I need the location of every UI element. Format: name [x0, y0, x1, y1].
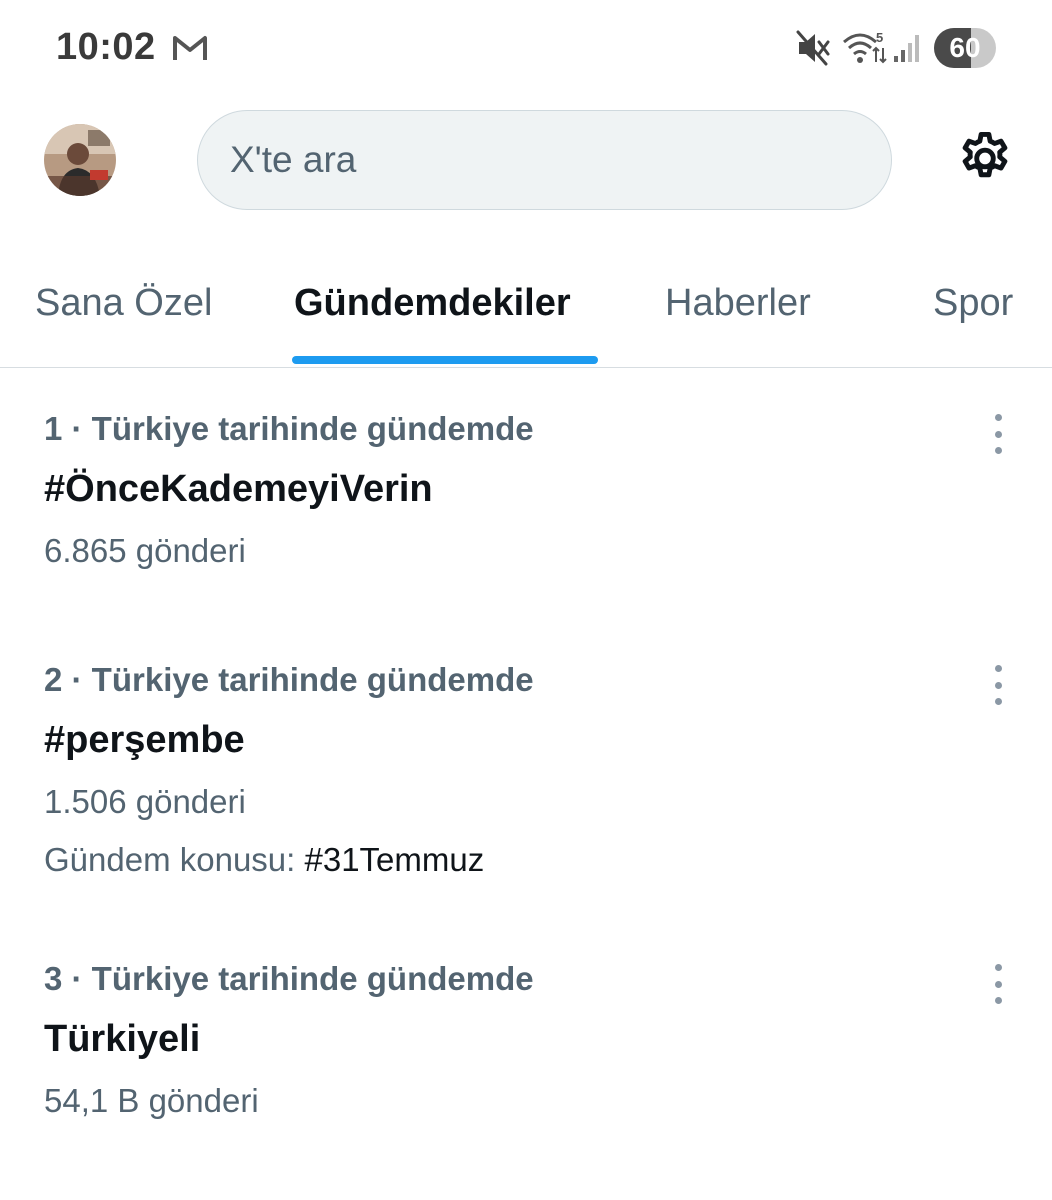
status-time: 10:02 — [56, 26, 156, 68]
more-options-icon[interactable] — [980, 663, 1016, 707]
signal-icon — [894, 35, 919, 62]
tab-haberler[interactable]: Haberler — [665, 282, 811, 325]
trend-topic-link[interactable]: #31Temmuz — [305, 841, 485, 878]
trend-item[interactable]: 2 · Türkiye tarihinde gündemde #perşembe… — [0, 661, 1052, 901]
search-input[interactable] — [230, 111, 850, 209]
trend-item[interactable]: 3 · Türkiye tarihinde gündemde Türkiyeli… — [0, 960, 1052, 1160]
mute-icon — [796, 30, 830, 66]
wifi-icon: 5 — [843, 30, 887, 64]
trend-topic: Gündem konusu: #31Temmuz — [44, 841, 484, 879]
trend-topic-label: Gündem konusu: — [44, 841, 305, 878]
trend-item[interactable]: 1 · Türkiye tarihinde gündemde #ÖnceKade… — [0, 410, 1052, 610]
gear-icon — [962, 132, 1008, 178]
trend-title: #ÖnceKademeyiVerin — [44, 468, 433, 510]
avatar-image — [44, 124, 116, 196]
trend-post-count: 54,1 B gönderi — [44, 1082, 259, 1119]
active-tab-indicator — [292, 356, 598, 364]
trend-title: #perşembe — [44, 719, 245, 761]
tab-spor[interactable]: Spor — [933, 282, 1013, 325]
explore-tabs: Sana Özel Gündemdekiler Haberler Spor — [0, 262, 1052, 368]
status-bar: 10:02 5 60 — [0, 0, 1052, 96]
trend-meta: 3 · Türkiye tarihinde gündemde — [44, 960, 534, 997]
tab-gundemdekiler[interactable]: Gündemdekiler — [294, 282, 571, 325]
trend-meta: 2 · Türkiye tarihinde gündemde — [44, 661, 534, 698]
more-options-icon[interactable] — [980, 412, 1016, 456]
battery-icon: 60 — [934, 28, 996, 68]
tab-sana-ozel[interactable]: Sana Özel — [35, 282, 212, 325]
trend-post-count: 6.865 gönderi — [44, 532, 246, 569]
gmail-icon — [173, 36, 207, 60]
more-options-icon[interactable] — [980, 962, 1016, 1006]
search-box[interactable] — [197, 110, 892, 210]
trend-post-count: 1.506 gönderi — [44, 783, 246, 820]
trend-meta: 1 · Türkiye tarihinde gündemde — [44, 410, 534, 447]
battery-level: 60 — [949, 32, 981, 63]
svg-text:5: 5 — [876, 30, 883, 45]
settings-button[interactable] — [952, 126, 1018, 192]
trend-title: Türkiyeli — [44, 1018, 201, 1060]
profile-avatar[interactable] — [44, 124, 116, 196]
